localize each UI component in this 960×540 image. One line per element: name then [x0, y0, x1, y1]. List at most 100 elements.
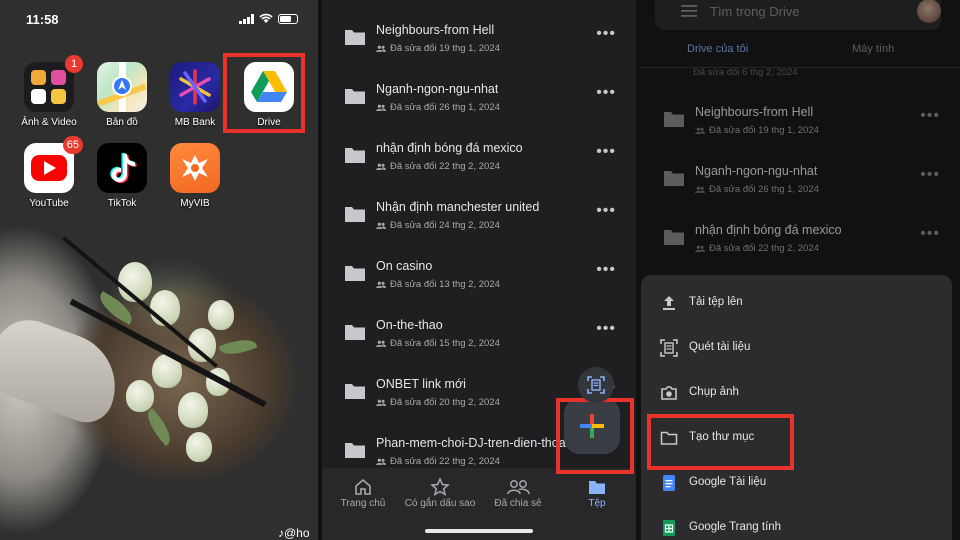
- tab-files[interactable]: Tệp: [558, 476, 636, 509]
- modified-date: Đã sửa đổi 26 thg 1, 2024: [390, 102, 500, 113]
- action-google-sheets[interactable]: Google Trang tính: [641, 507, 952, 540]
- folder-name: Nhận định manchester united: [376, 200, 540, 214]
- modified-date: Đã sửa đổi 24 thg 2, 2024: [390, 220, 500, 231]
- more-options-icon[interactable]: •••: [596, 25, 616, 43]
- shared-icon: [376, 222, 386, 229]
- action-label: Chụp ảnh: [689, 386, 739, 398]
- action-scan[interactable]: Quét tài liệu: [641, 327, 952, 371]
- tab-shared[interactable]: Đã chia sẻ: [479, 476, 557, 509]
- folder-icon: [345, 88, 365, 109]
- home-screen-panel: 11:58 1 Ảnh & Video Bản đồ MB Bank Drive…: [0, 0, 318, 540]
- modified-date: Đã sửa đổi 19 thg 1, 2024: [390, 43, 500, 54]
- more-options-icon[interactable]: •••: [596, 143, 616, 161]
- folder-icon: [345, 442, 365, 463]
- upload-icon: [663, 296, 675, 310]
- shared-icon: [376, 458, 386, 465]
- folder-row[interactable]: On casino Đã sửa đổi 13 thg 2, 2024 •••: [322, 248, 636, 307]
- app-tiktok[interactable]: TikTok: [91, 143, 153, 209]
- action-take-photo[interactable]: Chụp ảnh: [641, 372, 952, 416]
- folder-row[interactable]: Nganh-ngon-ngu-nhat Đã sửa đổi 26 thg 1, …: [322, 71, 636, 130]
- folder-modified: Đã sửa đổi 13 thg 2, 2024: [376, 279, 500, 290]
- folder-row[interactable]: On-the-thao Đã sửa đổi 15 thg 2, 2024 •••: [322, 307, 636, 366]
- signal-icon: [239, 13, 254, 24]
- home-icon: [355, 478, 371, 495]
- scan-icon: [587, 376, 605, 394]
- myvib-icon: [170, 143, 220, 193]
- more-options-icon[interactable]: •••: [596, 202, 616, 220]
- folder-modified: Đã sửa đổi 24 thg 2, 2024: [376, 220, 500, 231]
- tab-home[interactable]: Trang chủ: [324, 476, 402, 509]
- folder-row[interactable]: Nhận định manchester united Đã sửa đổi 24…: [322, 189, 636, 248]
- folder-name: Neighbours-from Hell: [376, 23, 495, 37]
- app-label: Ảnh & Video: [21, 117, 77, 128]
- battery-icon: [278, 13, 298, 24]
- app-photos-video[interactable]: 1 Ảnh & Video: [18, 55, 83, 128]
- action-label: Google Trang tính: [689, 521, 782, 533]
- app-label: Bản đồ: [106, 117, 138, 128]
- shared-icon: [376, 45, 386, 52]
- folder-modified: Đã sửa đổi 20 thg 2, 2024: [376, 397, 500, 408]
- action-label: Quét tài liệu: [689, 341, 751, 353]
- app-myvib[interactable]: MyVIB: [164, 143, 226, 209]
- modified-date: Đã sửa đổi 22 thg 2, 2024: [390, 161, 500, 172]
- folder-modified: Đã sửa đổi 26 thg 1, 2024: [376, 102, 500, 113]
- tiktok-watermark: ♪@ho: [278, 526, 310, 540]
- create-folder-highlight-box: [647, 414, 794, 470]
- tab-starred[interactable]: Có gắn dấu sao: [401, 476, 479, 509]
- app-label: TikTok: [107, 198, 137, 209]
- photos-folder-icon: 1: [24, 55, 83, 112]
- sheets-icon: [663, 520, 675, 536]
- more-options-icon[interactable]: •••: [596, 84, 616, 102]
- shared-icon: [376, 399, 386, 406]
- more-options-icon[interactable]: •••: [596, 261, 616, 279]
- folder-filled-icon: [589, 481, 605, 494]
- shared-icon: [376, 340, 386, 347]
- app-maps[interactable]: Bản đồ: [91, 62, 153, 128]
- app-label: MB Bank: [174, 117, 216, 128]
- folder-name: nhận định bóng đá mexico: [376, 141, 523, 155]
- folder-modified: Đã sửa đổi 22 thg 2, 2024: [376, 161, 500, 172]
- shared-icon: [376, 281, 386, 288]
- modified-date: Đã sửa đổi 13 thg 2, 2024: [390, 279, 500, 290]
- action-label: Google Tài liệu: [689, 476, 767, 488]
- folder-icon: [345, 265, 365, 286]
- more-options-icon[interactable]: •••: [596, 320, 616, 338]
- people-icon: [507, 480, 530, 495]
- star-icon: [430, 477, 450, 497]
- folder-name: ONBET link mới: [376, 377, 466, 391]
- folder-icon: [345, 383, 365, 404]
- shared-icon: [376, 104, 386, 111]
- folder-modified: Đã sửa đổi 22 thg 2, 2024: [376, 456, 500, 467]
- drive-list-panel: Neighbours-from Hell Đã sửa đổi 19 thg 1,…: [322, 0, 636, 540]
- tab-label: Có gắn dấu sao: [404, 498, 476, 509]
- scan-button[interactable]: [578, 367, 614, 403]
- notification-badge: 1: [65, 55, 83, 73]
- action-upload[interactable]: Tải tệp lên: [641, 282, 952, 326]
- clock: 11:58: [26, 12, 59, 27]
- youtube-icon: 65: [24, 136, 83, 193]
- app-label: MyVIB: [180, 198, 210, 209]
- folder-name: Nganh-ngon-ngu-nhat: [376, 82, 499, 96]
- app-mb-bank[interactable]: MB Bank: [164, 62, 226, 128]
- create-new-sheet: Tải tệp lên Quét tài liệu Chụp ảnh Tạo t…: [641, 275, 952, 540]
- maps-icon: [97, 62, 147, 112]
- drive-highlight-box: [223, 53, 305, 133]
- camera-icon: [661, 386, 677, 400]
- folder-name: On casino: [376, 259, 433, 273]
- action-label: Tải tệp lên: [689, 296, 743, 308]
- modified-date: Đã sửa đổi 20 thg 2, 2024: [390, 397, 500, 408]
- folder-row[interactable]: Neighbours-from Hell Đã sửa đổi 19 thg 1,…: [322, 12, 636, 71]
- app-label: YouTube: [29, 198, 69, 209]
- folder-icon: [345, 206, 365, 227]
- app-youtube[interactable]: 65 YouTube: [18, 136, 83, 209]
- folder-icon: [345, 324, 365, 345]
- wifi-icon: [259, 13, 273, 23]
- tab-label: Đã chia sẻ: [494, 498, 542, 509]
- scan-icon: [660, 339, 678, 357]
- tab-label: Trang chủ: [340, 498, 386, 509]
- notification-badge: 65: [62, 136, 83, 154]
- folder-row[interactable]: nhận định bóng đá mexico Đã sửa đổi 22 th…: [322, 130, 636, 189]
- folder-name: On-the-thao: [376, 318, 443, 332]
- folder-name: Phan-mem-choi-DJ-tren-dien-thoai: [376, 436, 569, 450]
- bottom-navigation: Trang chủ Có gắn dấu sao Đã chia sẻ Tệp: [322, 468, 636, 540]
